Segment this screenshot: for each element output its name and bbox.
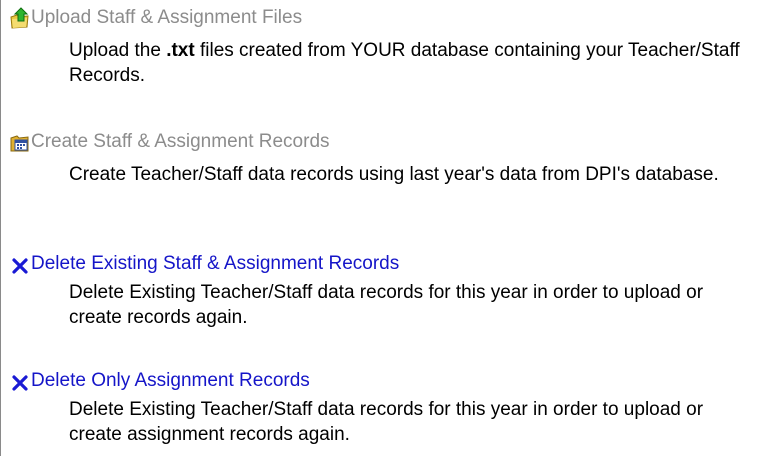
menu-item-create-header: Create Staff & Assignment Records — [10, 128, 330, 156]
delete-existing-records-link[interactable]: Delete Existing Staff & Assignment Recor… — [31, 253, 399, 275]
menu-item-delete-existing-header[interactable]: Delete Existing Staff & Assignment Recor… — [10, 250, 399, 278]
menu-item-delete-assignments-header[interactable]: Delete Only Assignment Records — [10, 367, 310, 395]
upload-staff-files-title: Upload Staff & Assignment Files — [31, 7, 303, 28]
create-staff-records-description: Create Teacher/Staff data records using … — [69, 164, 719, 185]
menu-item-upload-header: Upload Staff & Assignment Files — [10, 4, 302, 32]
upload-folder-icon — [10, 7, 30, 29]
delete-assignment-records-link[interactable]: Delete Only Assignment Records — [31, 370, 310, 392]
records-folder-icon — [10, 131, 30, 153]
upload-staff-files-description: Upload the .txt files created from YOUR … — [69, 38, 749, 88]
delete-x-icon[interactable] — [10, 253, 30, 275]
delete-x-icon[interactable] — [10, 370, 30, 392]
upload-desc-prefix: Upload the — [69, 40, 167, 61]
upload-desc-file-ext: .txt — [166, 40, 195, 61]
delete-existing-records-description: Delete Existing Teacher/Staff data recor… — [69, 282, 704, 328]
create-staff-records-title: Create Staff & Assignment Records — [31, 131, 330, 152]
delete-assignment-records-description: Delete Existing Teacher/Staff data recor… — [69, 399, 704, 445]
panel-left-border — [0, 0, 1, 456]
